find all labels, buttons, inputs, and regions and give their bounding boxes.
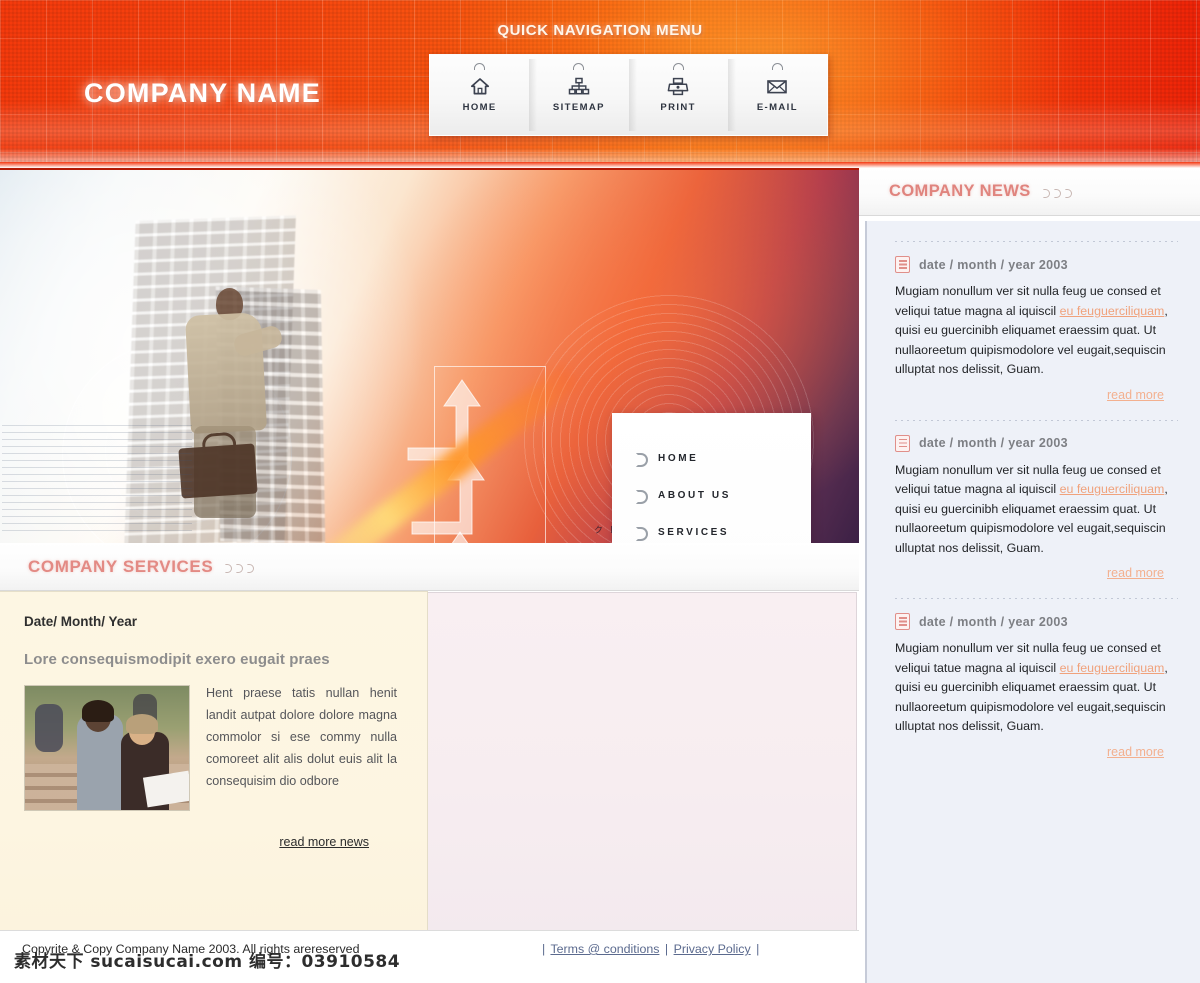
nav-item-email[interactable]: E-MAIL (727, 55, 827, 135)
news-date: date / month / year 2003 (919, 436, 1068, 450)
hero-menu-item-home[interactable]: HOME (635, 440, 810, 477)
nav-item-print[interactable]: PRINT (628, 55, 728, 135)
hero-code-texture (2, 425, 192, 535)
news-date: date / month / year 2003 (919, 257, 1068, 272)
services-empty-panel (428, 592, 857, 973)
news-divider (895, 419, 1178, 421)
nav-item-sitemap[interactable]: SITEMAP (529, 55, 628, 135)
services-body: Date/ Month/ Year Lore consequismodipit … (0, 591, 859, 983)
news-date: date / month / year 2003 (919, 614, 1068, 629)
nav-label-sitemap: SITEMAP (552, 102, 605, 113)
hero-menu-label: SERVICES (658, 527, 730, 538)
document-icon (895, 434, 910, 452)
footer-pipe-mid: | (664, 942, 669, 956)
news-read-more-link[interactable]: read more (1107, 745, 1164, 759)
hero-banner: RDINATES ネットワーク HOME ABOUT US SERVICES (0, 168, 859, 543)
nav-item-home[interactable]: HOME (430, 55, 529, 135)
stock-site-watermark: 素材天下 sucaisucai.com 编号：03910584 (14, 952, 401, 972)
news-item: date / month / year 2003 Mugiam nonullum… (895, 419, 1178, 583)
services-read-more-link[interactable]: read more news (279, 835, 369, 849)
news-inline-link[interactable]: eu feuguerciliquam (1060, 304, 1165, 318)
news-panel: date / month / year 2003 Mugiam nonullum… (865, 221, 1200, 983)
privacy-policy-link[interactable]: Privacy Policy (674, 942, 751, 956)
services-headline: Lore consequismodipit exero eugait praes (24, 651, 330, 668)
hook-icon (573, 63, 585, 70)
footer-pipe-end: | (756, 942, 760, 956)
news-read-more-link[interactable]: read more (1107, 566, 1164, 580)
news-date-row: date / month / year 2003 (895, 256, 1178, 273)
services-read-more-wrap: read more news (24, 833, 397, 851)
services-thumbnail-image (24, 685, 190, 811)
left-column: RDINATES ネットワーク HOME ABOUT US SERVICES (0, 168, 859, 983)
chevron-triple-icon (1042, 189, 1072, 198)
footer-pipe-start: | (542, 942, 546, 956)
hero-arrows-icon (400, 370, 610, 543)
chevron-right-icon (635, 527, 648, 541)
services-date: Date/ Month/ Year (24, 614, 138, 629)
terms-conditions-link[interactable]: Terms @ conditions (550, 942, 659, 956)
site-header: QUICK NAVIGATION MENU COMPANY NAME HOME (0, 0, 1200, 168)
chevron-triple-icon (225, 564, 255, 573)
news-body: Mugiam nonullum ver sit nulla feug ue co… (895, 639, 1178, 737)
news-body: Mugiam nonullum ver sit nulla feug ue co… (895, 461, 1178, 559)
quick-nav-title: QUICK NAVIGATION MENU (497, 22, 703, 39)
nav-label-print: PRINT (660, 102, 696, 113)
services-section-title: COMPANY SERVICES (28, 556, 214, 576)
hero-menu-label: HOME (658, 453, 699, 464)
news-read-more-wrap: read more (895, 386, 1178, 404)
page-body: RDINATES ネットワーク HOME ABOUT US SERVICES (0, 168, 1200, 983)
hero-menu-panel: HOME ABOUT US SERVICES SUPPORT CONTACT U… (612, 413, 811, 543)
company-name-logo: COMPANY NAME (84, 78, 321, 108)
chevron-right-icon (635, 453, 648, 467)
news-section-title: COMPANY NEWS (889, 182, 1031, 200)
news-inline-link[interactable]: eu feuguerciliquam (1060, 482, 1165, 496)
document-icon (895, 613, 910, 630)
hook-icon (771, 63, 783, 70)
hero-menu-item-about-us[interactable]: ABOUT US (635, 477, 810, 514)
news-read-more-link[interactable]: read more (1107, 388, 1164, 402)
news-read-more-wrap: read more (895, 564, 1178, 582)
printer-icon (667, 75, 689, 97)
services-article: Date/ Month/ Year Lore consequismodipit … (0, 591, 428, 983)
hook-icon (672, 63, 684, 70)
hero-menu-item-services[interactable]: SERVICES (635, 514, 810, 543)
news-section-header: COMPANY NEWS (859, 168, 1200, 216)
services-section-header: COMPANY SERVICES (0, 543, 859, 591)
news-inline-link[interactable]: eu feuguerciliquam (1060, 661, 1165, 675)
quick-navigation-bar: HOME SITEMAP PRINT E-MAIL (429, 54, 828, 136)
sitemap-icon (568, 75, 590, 97)
news-date-row: date / month / year 2003 (895, 434, 1178, 452)
news-item: date / month / year 2003 Mugiam nonullum… (895, 598, 1178, 761)
home-icon (470, 75, 490, 97)
nav-label-email: E-MAIL (756, 102, 798, 113)
news-divider (895, 598, 1178, 599)
nav-label-home: HOME (462, 102, 497, 113)
news-item: date / month / year 2003 Mugiam nonullum… (895, 241, 1178, 404)
envelope-icon (766, 75, 788, 97)
document-icon (895, 256, 910, 273)
chevron-right-icon (635, 490, 648, 504)
hero-menu-label: ABOUT US (658, 490, 732, 501)
news-read-more-wrap: read more (895, 743, 1178, 761)
news-sidebar: COMPANY NEWS date / month / year 2003 Mu… (859, 168, 1200, 983)
news-divider (895, 241, 1178, 242)
footer-links: | Terms @ conditions | Privacy Policy | (540, 942, 761, 956)
news-date-row: date / month / year 2003 (895, 613, 1178, 630)
hook-icon (474, 63, 486, 70)
news-body: Mugiam nonullum ver sit nulla feug ue co… (895, 282, 1178, 380)
